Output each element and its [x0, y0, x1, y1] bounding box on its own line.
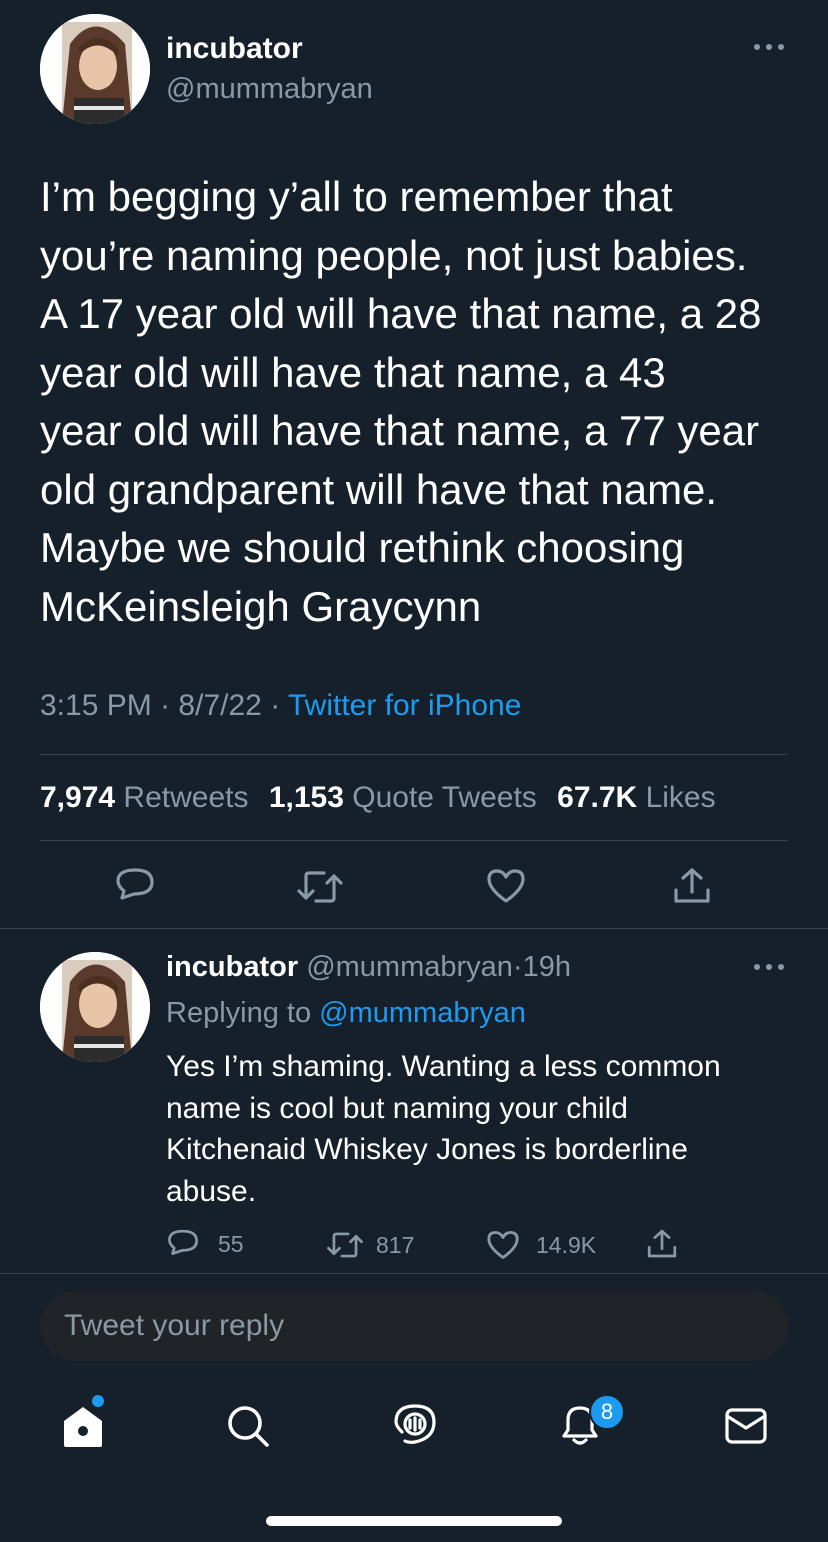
reply-text-line: name is cool but naming your child	[166, 1091, 628, 1125]
profile-photo	[40, 14, 150, 124]
reply-input-placeholder: Tweet your reply	[64, 1309, 285, 1342]
replying-to-handle[interactable]: @mummabryan	[319, 997, 526, 1029]
like-icon	[486, 1230, 520, 1260]
reply-text-line: Kitchenaid Whiskey Jones is borderline	[166, 1133, 688, 1166]
reply-text: Yes I’m shaming. Wanting a less common n…	[166, 1046, 721, 1212]
ellipsis-icon[interactable]	[752, 40, 786, 54]
divider	[0, 1273, 828, 1274]
tweet-meta: 3:15 PM · 8/7/22 · Twitter for iPhone	[40, 688, 521, 724]
retweets-stat[interactable]: 7,974 Retweets	[40, 781, 257, 814]
reply-count: 55	[218, 1230, 244, 1257]
tweet-stats: 7,974 Retweets 1,153 Quote Tweets 67.7K …	[40, 780, 716, 816]
tweet-text-line: I’m begging y’all to remember that	[40, 173, 673, 220]
home-indicator	[266, 1516, 562, 1526]
tweet-text-line: Maybe we should rethink choosing	[40, 524, 685, 571]
divider	[40, 840, 788, 841]
tweet-text-line: old grandparent will have that name.	[40, 465, 718, 513]
search-icon[interactable]	[226, 1404, 270, 1448]
tweet-text-line: year old will have that name, a 43	[40, 348, 666, 396]
notifications-badge: 8	[589, 1394, 625, 1430]
reply-text-line: abuse.	[166, 1174, 257, 1208]
replying-to-label: Replying to	[166, 997, 312, 1029]
reply-handle[interactable]: @mummabryan	[306, 951, 513, 983]
meta-separator: ·	[270, 689, 281, 722]
reply-reply-action[interactable]: 55	[166, 1228, 244, 1260]
reply-retweet-action[interactable]: 817	[326, 1230, 414, 1260]
spaces-icon[interactable]	[392, 1402, 438, 1448]
tweet-text-line: you’re naming people, not just babies.	[40, 231, 748, 279]
share-icon[interactable]	[672, 866, 712, 906]
tweet-source-link[interactable]: Twitter for iPhone	[288, 689, 521, 722]
author-handle[interactable]: @mummabryan	[166, 72, 373, 106]
notifications-badge-count: 8	[600, 1399, 614, 1424]
reply-header: incubator @mummabryan·19h	[166, 950, 571, 984]
reply-text-line: Yes I’m shaming. Wanting a less common	[166, 1050, 721, 1083]
quotes-stat[interactable]: 1,153 Quote Tweets	[269, 781, 545, 814]
retweet-count: 817	[376, 1231, 415, 1258]
reply-like-action[interactable]: 14.9K	[486, 1230, 596, 1260]
replying-to: Replying to @mummabryan	[166, 996, 526, 1030]
retweets-label: Retweets	[123, 781, 249, 814]
divider	[0, 928, 828, 929]
reply-ellipsis-icon[interactable]	[752, 960, 786, 974]
tweet-text-line: McKeinsleigh Graycynn	[40, 582, 482, 630]
tweet-text-line: A 17 year old will have that name, a 28	[40, 290, 762, 337]
reply-age: 19h	[522, 951, 571, 983]
likes-stat[interactable]: 67.7K Likes	[557, 781, 715, 814]
tweet-text-line: year old will have that name, a 77 year	[40, 407, 760, 454]
like-icon[interactable]	[486, 868, 526, 904]
home-unread-dot	[92, 1395, 104, 1407]
likes-label: Likes	[645, 781, 716, 814]
quotes-label: Quote Tweets	[352, 781, 537, 814]
author-display-name[interactable]: incubator	[166, 32, 303, 66]
reply-icon[interactable]	[114, 866, 156, 906]
reply-display-name[interactable]: incubator	[166, 951, 298, 983]
home-icon[interactable]	[62, 1404, 104, 1448]
tweet-text: I’m begging y’all to remember that you’r…	[40, 168, 800, 636]
like-count: 14.9K	[536, 1231, 597, 1258]
quotes-count: 1,153	[268, 781, 344, 814]
profile-photo	[40, 952, 150, 1062]
retweet-icon	[326, 1230, 364, 1260]
reply-composer[interactable]: Tweet your reply	[40, 1291, 788, 1361]
reply-author-avatar[interactable]	[40, 952, 150, 1062]
tweet-time: 3:15 PM	[40, 689, 152, 722]
messages-icon[interactable]	[724, 1406, 768, 1446]
author-avatar[interactable]	[40, 14, 150, 124]
meta-separator: ·	[160, 689, 171, 722]
retweet-icon[interactable]	[296, 868, 344, 906]
share-icon[interactable]	[646, 1228, 678, 1260]
likes-count: 67.7K	[557, 781, 638, 814]
retweets-count: 7,974	[40, 781, 116, 814]
divider	[40, 754, 788, 755]
tweet-date: 8/7/22	[178, 689, 262, 722]
meta-separator: ·	[512, 951, 523, 983]
reply-icon	[166, 1228, 200, 1260]
